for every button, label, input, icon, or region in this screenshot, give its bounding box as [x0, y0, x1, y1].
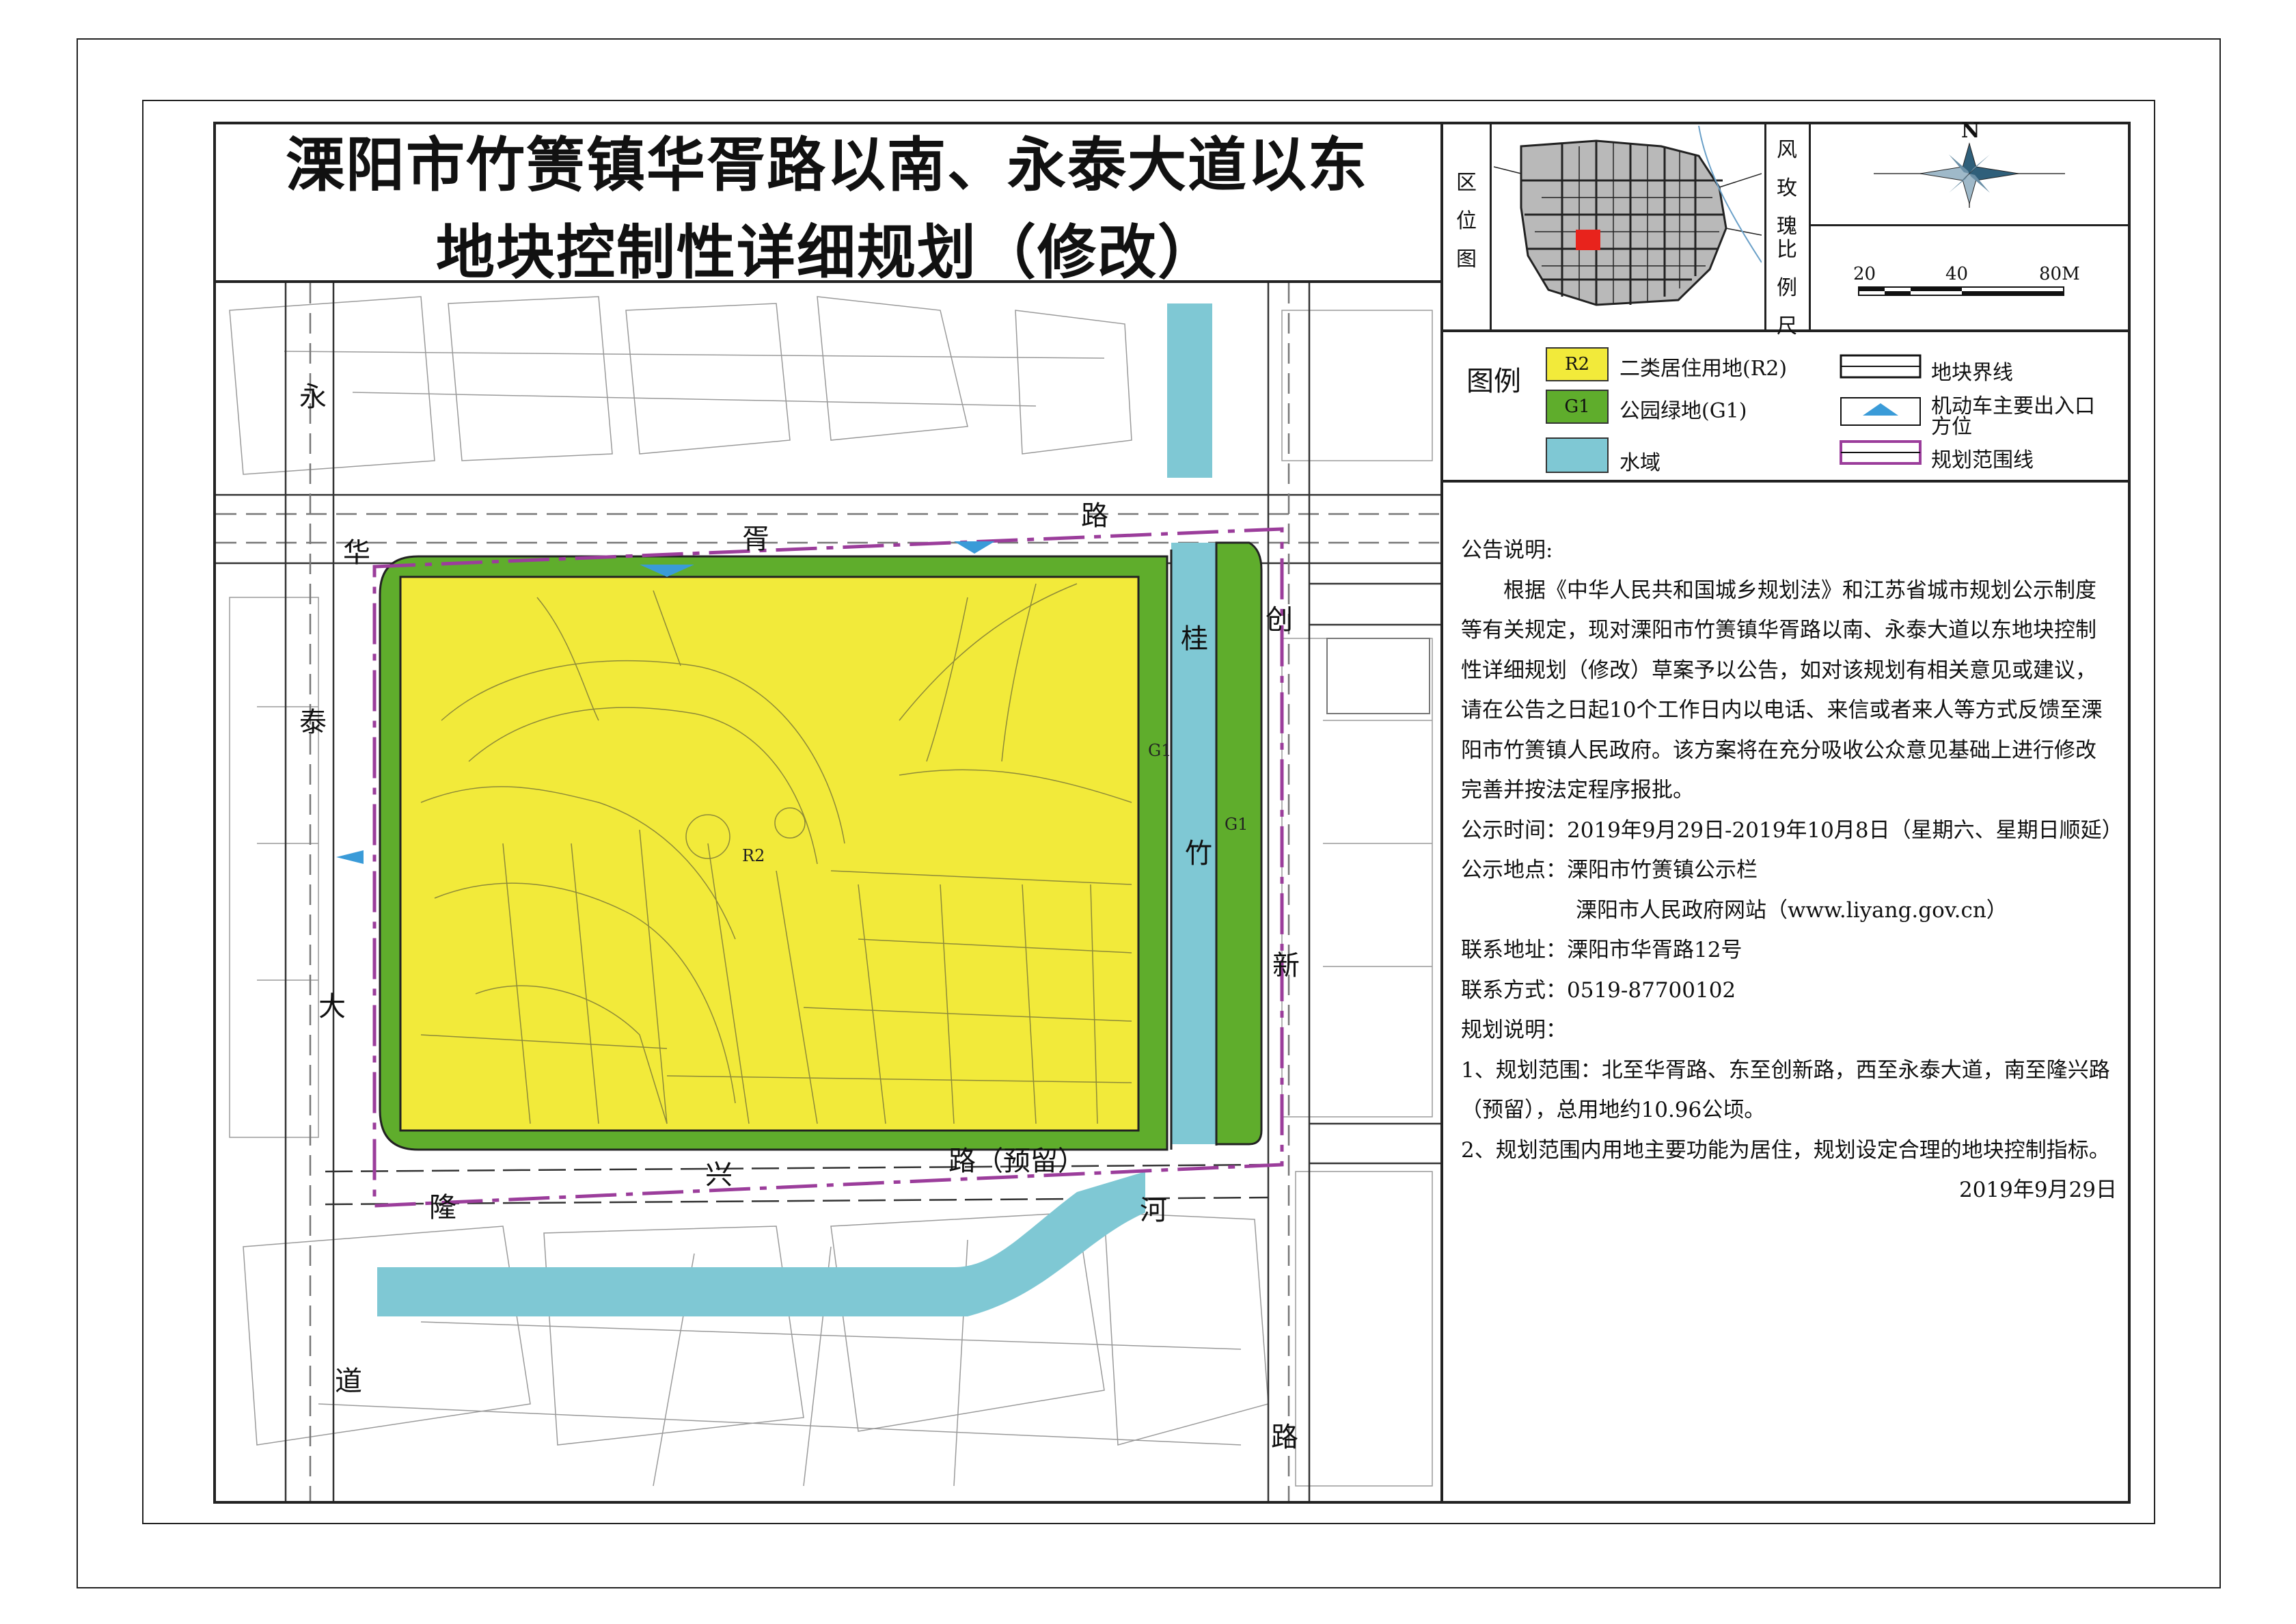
notice-body: 根据《中华人民共和国城乡规划法》和江苏省城市规划公示制度等有关规定，现对溧阳市竹… — [1461, 578, 2103, 803]
parcel-code-g1-east: G1 — [1225, 815, 1248, 834]
road-label-west-3: 大 — [318, 991, 346, 1023]
notice-place-2: 溧阳市人民政府网站（www.liyang.gov.cn） — [1576, 897, 2008, 923]
plan-item-2: 2、规划范围内用地主要功能为居住，规划设定合理的地块控制指标。 — [1461, 1137, 2110, 1163]
road-label-west-4: 道 — [335, 1366, 362, 1397]
road-label-south-3: 路（预留） — [948, 1146, 1085, 1177]
page-title: 溧阳市竹箦镇华胥路以南、永泰大道以东 地块控制性详细规划（修改） — [219, 122, 1435, 297]
title-line-1: 溧阳市竹箦镇华胥路以南、永泰大道以东 — [286, 131, 1368, 200]
road-label-south-2: 兴 — [705, 1159, 733, 1191]
road-label-north-2: 胥 — [742, 524, 769, 555]
location-map-label: 区位图 — [1456, 171, 1477, 271]
compass-north-letter: N — [1961, 119, 1980, 143]
legend-label-parcel-line: 地块界线 — [1931, 361, 2013, 385]
notice-date: 2019年9月29日 — [1958, 1178, 2117, 1202]
road-label-east-2: 新 — [1272, 950, 1300, 982]
legend-swatch-g1: G1 — [1546, 390, 1609, 424]
road-label-north-3: 路 — [1081, 500, 1108, 532]
road-label-east-3: 路 — [1271, 1422, 1298, 1453]
location-map-panel: 区位图 风玫瑰 比例尺 N 20 40 80M — [1443, 119, 2131, 338]
legend-swatch-water — [1546, 437, 1609, 473]
notice-place-1: 公示地点：溧阳市竹箦镇公示栏 — [1461, 858, 1758, 882]
road-label-west-1: 永 — [299, 381, 327, 413]
legend-swatch-plan-boundary — [1840, 440, 1922, 465]
scale-label: 比例尺 — [1777, 238, 1797, 338]
scale-tick-40: 40 — [1945, 264, 1969, 284]
canal-label-1: 桂 — [1181, 623, 1208, 655]
location-mini-map — [1494, 126, 1762, 325]
legend-heading: 图例 — [1466, 366, 1521, 397]
legend-label-g1: 公园绿地(G1) — [1620, 399, 1747, 423]
wind-rose-label: 风玫瑰 — [1777, 138, 1797, 239]
canal-label-2: 竹 — [1185, 838, 1212, 869]
scale-bar — [1858, 286, 2064, 296]
road-label-north-1: 华 — [343, 537, 370, 569]
scale-tick-80: 80M — [2039, 264, 2080, 284]
legend-label-water: 水域 — [1620, 451, 1660, 475]
road-label-east-1: 创 — [1266, 604, 1293, 636]
notice-phone: 联系方式：0519-87700102 — [1461, 977, 1736, 1003]
legend-swatch-entrance — [1840, 397, 1921, 426]
scale-tick-20: 20 — [1853, 264, 1876, 284]
legend-label-r2: 二类居住用地(R2) — [1620, 357, 1788, 381]
plan-heading: 规划说明： — [1461, 1018, 1567, 1042]
road-label-west-2: 泰 — [299, 707, 327, 738]
notice-heading: 公告说明: — [1461, 538, 1553, 563]
legend-swatch-r2: R2 — [1546, 347, 1609, 381]
road-label-south-1: 隆 — [429, 1192, 456, 1223]
legend-label-plan-boundary: 规划范围线 — [1931, 448, 2034, 472]
canal-label-south: 河 — [1140, 1195, 1167, 1226]
main-plan-map: 华 胥 路 永 泰 大 道 创 新 路 隆 兴 路（预留） 桂 竹 河 R2 G… — [216, 283, 1440, 1501]
parcel-code-r2: R2 — [742, 846, 765, 865]
notice-time: 公示时间：2019年9月29日-2019年10月8日（星期六、星期日顺延） — [1461, 817, 2123, 843]
compass-icon — [1874, 142, 2065, 208]
legend-label-entrance: 机动车主要出入口方位 — [1931, 394, 2095, 439]
notice-address: 联系地址：溧阳市华胥路12号 — [1461, 938, 1742, 962]
notice-panel: 公告说明: 根据《中华人民共和国城乡规划法》和江苏省城市规划公示制度等有关规定，… — [1461, 530, 2123, 1210]
legend-swatch-parcel-line — [1840, 354, 1922, 379]
parcel-code-g1-west: G1 — [1148, 741, 1171, 760]
plan-item-1: 1、规划范围：北至华胥路、东至创新路，西至永泰大道，南至隆兴路（预留），总用地约… — [1461, 1057, 2110, 1123]
